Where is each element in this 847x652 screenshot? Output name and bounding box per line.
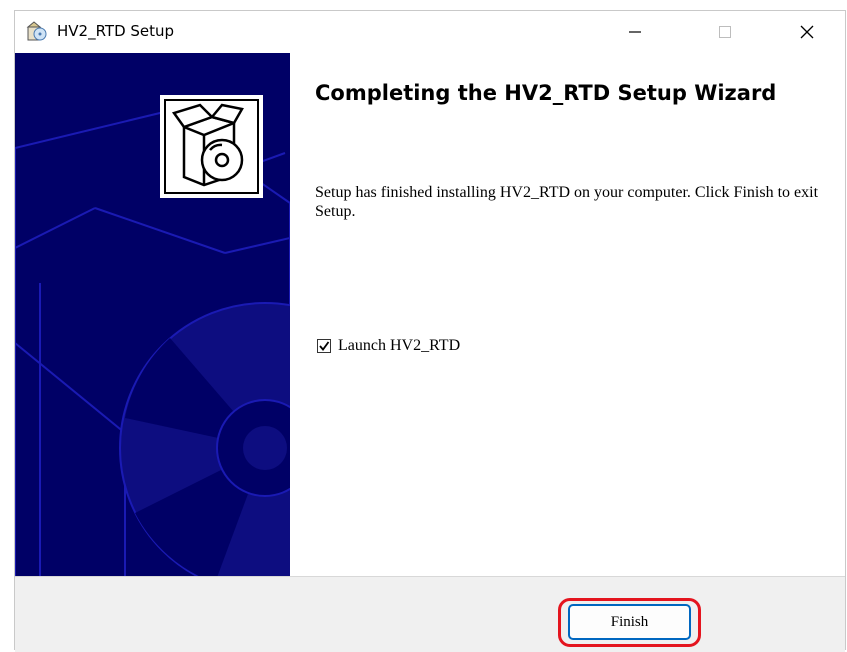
completion-message: Setup has finished installing HV2_RTD on… — [315, 184, 819, 220]
launch-checkbox[interactable] — [317, 339, 331, 353]
maximize-button[interactable] — [695, 11, 755, 52]
setup-window: HV2_RTD Setup Completing the HV2_RTD Set… — [14, 10, 846, 652]
minimize-icon — [629, 30, 641, 33]
banner-artwork — [15, 53, 290, 576]
title-bar[interactable]: HV2_RTD Setup — [15, 11, 845, 52]
maximize-icon — [719, 25, 731, 38]
finish-button[interactable]: Finish — [568, 604, 691, 640]
box-with-disc-icon — [171, 103, 244, 187]
close-button[interactable] — [777, 11, 837, 52]
checkmark-icon — [319, 341, 330, 351]
page-heading: Completing the HV2_RTD Setup Wizard — [315, 81, 777, 105]
button-bar — [15, 576, 845, 652]
installer-box-icon — [26, 21, 47, 41]
launch-checkbox-label[interactable]: Launch HV2_RTD — [338, 337, 460, 355]
wizard-banner — [15, 53, 290, 576]
minimize-button[interactable] — [605, 11, 665, 52]
window-title: HV2_RTD Setup — [57, 22, 175, 40]
close-icon — [800, 25, 814, 38]
launch-checkbox-row[interactable]: Launch HV2_RTD — [317, 337, 460, 355]
